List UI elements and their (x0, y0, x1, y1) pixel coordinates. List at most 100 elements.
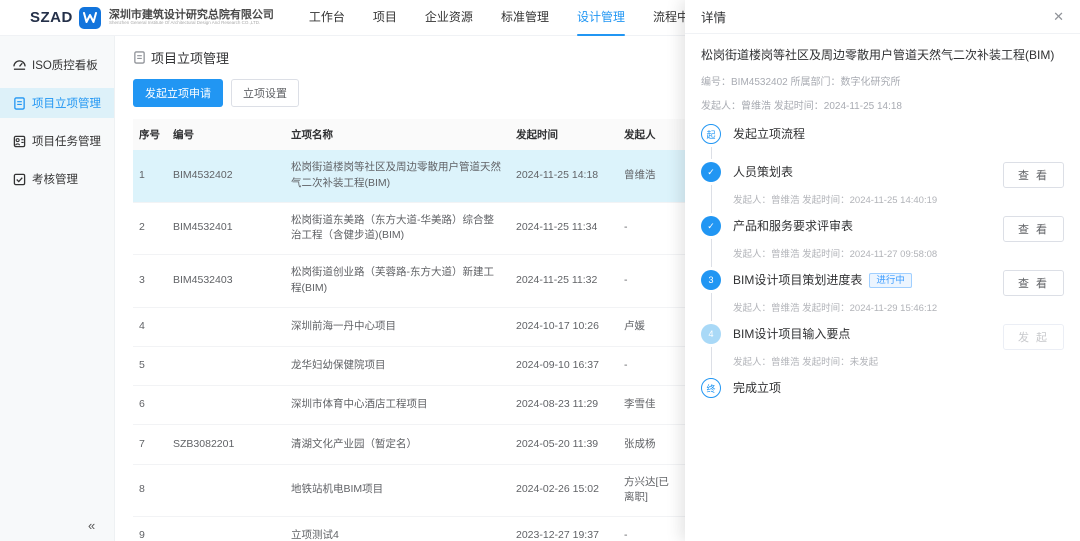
check-square-icon (13, 173, 26, 186)
view-button[interactable]: 查 看 (1003, 270, 1064, 296)
step-start-node: 起 (701, 124, 721, 144)
sidebar-collapse-icon[interactable]: « (88, 518, 95, 533)
cell-serial: 1 (133, 150, 167, 202)
cell-code: SZB3082201 (167, 425, 285, 464)
cell-code (167, 346, 285, 385)
step-sub-info: 发起人：曾维浩 发起时间：2024-11-25 14:40:19 (733, 192, 1064, 206)
step-label: BIM设计项目输入要点 (733, 324, 850, 344)
step-sub-info: 发起人：曾维浩 发起时间：2024-11-27 09:58:08 (733, 246, 1064, 260)
cell-initiator: - (618, 517, 680, 541)
cell-name: 松岗街道东美路（东方大道-华美路）综合整治工程（含健步道)(BIM) (285, 202, 510, 255)
create-initiation-button[interactable]: 发起立项申请 (133, 79, 223, 107)
initiate-button[interactable]: 发 起 (1003, 324, 1064, 350)
step-end-node: 终 (701, 378, 721, 398)
col-initiator: 发起人 (618, 119, 680, 150)
cell-code (167, 386, 285, 425)
step-done-check-icon: ✓ (701, 216, 721, 236)
timeline-connector (711, 185, 712, 213)
company-name-en: Shenzhen General Institute Of Architectu… (109, 21, 260, 26)
timeline-step-start: 起 发起立项流程 (701, 124, 1064, 162)
timeline-step-personnel-plan: ✓ 人员策划表 查 看 发起人：曾维浩 发起时间：2024-11-25 14:4… (701, 162, 1064, 216)
view-button[interactable]: 查 看 (1003, 216, 1064, 242)
cell-code: BIM4532402 (167, 150, 285, 202)
cell-initiator: 曾维浩 (618, 150, 680, 202)
col-code: 编号 (167, 119, 285, 150)
logo-icon (79, 7, 101, 29)
cell-time: 2024-08-23 11:29 (510, 386, 618, 425)
nav-item-project[interactable]: 项目 (359, 0, 411, 36)
sidebar-item-project-initiation[interactable]: 项目立项管理 (0, 88, 114, 118)
sidebar-item-label: 项目任务管理 (32, 133, 101, 149)
nav-item-standard-mgmt[interactable]: 标准管理 (487, 0, 563, 36)
cell-time: 2023-12-27 19:37 (510, 517, 618, 541)
col-serial: 序号 (133, 119, 167, 150)
cell-name: 深圳市体育中心酒店工程项目 (285, 386, 510, 425)
cell-serial: 7 (133, 425, 167, 464)
cell-time: 2024-11-25 14:18 (510, 150, 618, 202)
cell-name: 深圳前海一丹中心项目 (285, 307, 510, 346)
cell-serial: 8 (133, 464, 167, 517)
cell-serial: 6 (133, 386, 167, 425)
cell-serial: 5 (133, 346, 167, 385)
logo-text: SZAD (30, 9, 73, 26)
cell-initiator: 张成杨 (618, 425, 680, 464)
cell-code (167, 464, 285, 517)
cell-name: 松岗街道创业路（芙蓉路-东方大道）新建工程(BIM) (285, 255, 510, 308)
step-sub-info: 发起人：曾维浩 发起时间：2024-11-29 15:46:12 (733, 300, 1064, 314)
detail-meta-code-dept: 编号：BIM4532402 所属部门：数字化研究所 (701, 73, 1064, 88)
step-label: 发起立项流程 (733, 124, 805, 144)
cell-time: 2024-09-10 16:37 (510, 346, 618, 385)
document-icon (13, 97, 26, 110)
cell-initiator: 卢媛 (618, 307, 680, 346)
nav-item-enterprise-resource[interactable]: 企业资源 (411, 0, 487, 36)
step-label: BIM设计项目策划进度表 (733, 273, 862, 287)
nav-item-workbench[interactable]: 工作台 (295, 0, 359, 36)
initiation-settings-button[interactable]: 立项设置 (231, 79, 299, 107)
timeline-connector (711, 293, 712, 321)
initiation-timeline: 起 发起立项流程 ✓ 人员策划表 查 看 发起人：曾维浩 发起时 (701, 124, 1064, 408)
in-progress-badge: 进行中 (869, 273, 912, 288)
cell-time: 2024-11-25 11:34 (510, 202, 618, 255)
company-logo: SZAD 深圳市建筑设计研究总院有限公司 Shenzhen General In… (30, 7, 277, 29)
sidebar-item-assessment[interactable]: 考核管理 (0, 164, 114, 194)
cell-name: 立项测试4 (285, 517, 510, 541)
company-name: 深圳市建筑设计研究总院有限公司 (109, 9, 277, 21)
detail-project-name: 松岗街道楼岗等社区及周边零散用户管道天然气二次补装工程(BIM) (701, 46, 1064, 64)
timeline-step-end: 终 完成立项 (701, 378, 1064, 408)
sidebar-item-label: 项目立项管理 (32, 95, 101, 111)
step-label: 完成立项 (733, 378, 781, 398)
cell-initiator: - (618, 202, 680, 255)
close-icon[interactable]: ✕ (1053, 9, 1064, 25)
cell-code: BIM4532401 (167, 202, 285, 255)
cell-name: 清湖文化产业园（暂定名） (285, 425, 510, 464)
drawer-title: 详情 (701, 7, 726, 26)
step-label: 人员策划表 (733, 162, 793, 182)
sidebar-item-iso-board[interactable]: ISO质控看板 (0, 50, 114, 80)
step-label: 产品和服务要求评审表 (733, 216, 853, 236)
step-done-check-icon: ✓ (701, 162, 721, 182)
sidebar-item-project-tasks[interactable]: 项目任务管理 (0, 126, 114, 156)
col-name: 立项名称 (285, 119, 510, 150)
view-button[interactable]: 查 看 (1003, 162, 1064, 188)
cell-serial: 9 (133, 517, 167, 541)
task-icon (13, 135, 26, 148)
cell-name: 地铁站机电BIM项目 (285, 464, 510, 517)
step-sub-info: 发起人：曾维浩 发起时间：未发起 (733, 354, 1064, 368)
cell-initiator: 李雪佳 (618, 386, 680, 425)
detail-drawer: 详情 ✕ 松岗街道楼岗等社区及周边零散用户管道天然气二次补装工程(BIM) 编号… (685, 0, 1080, 541)
cell-initiator: 方兴达[已离职] (618, 464, 680, 517)
sidebar: ISO质控看板 项目立项管理 项目任务管理 考核管理 « (0, 36, 115, 541)
detail-meta-initiator-time: 发起人：曾维浩 发起时间：2024-11-25 14:18 (701, 97, 1064, 112)
cell-serial: 4 (133, 307, 167, 346)
cell-initiator: - (618, 346, 680, 385)
col-start-time: 发起时间 (510, 119, 618, 150)
nav-item-design-mgmt[interactable]: 设计管理 (563, 0, 639, 36)
timeline-step-bim-input-points: 4 BIM设计项目输入要点 发 起 发起人：曾维浩 发起时间：未发起 (701, 324, 1064, 378)
cell-time: 2024-11-25 11:32 (510, 255, 618, 308)
cell-serial: 3 (133, 255, 167, 308)
step-number-node: 3 (701, 270, 721, 290)
cell-code (167, 517, 285, 541)
cell-serial: 2 (133, 202, 167, 255)
timeline-step-bim-schedule: 3 BIM设计项目策划进度表进行中 查 看 发起人：曾维浩 发起时间：2024-… (701, 270, 1064, 324)
step-number-node: 4 (701, 324, 721, 344)
